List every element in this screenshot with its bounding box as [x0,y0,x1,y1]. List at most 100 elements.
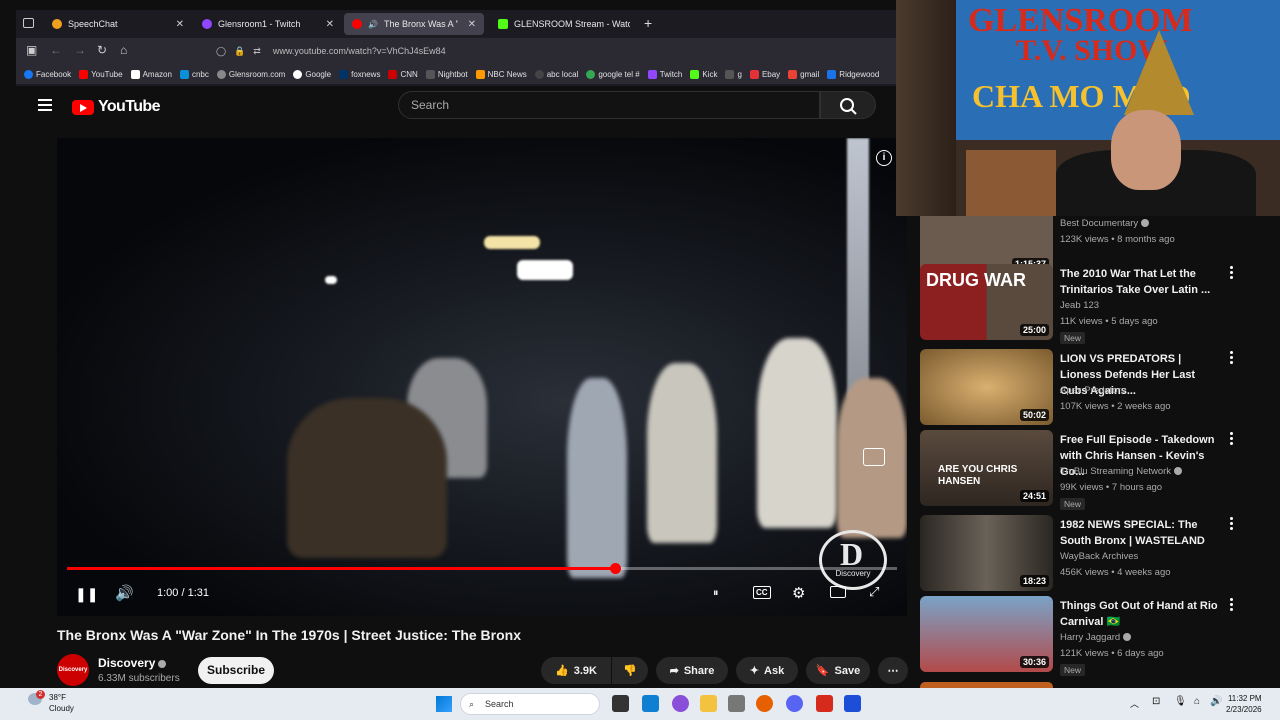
recommendation-item[interactable]: ARE YOU CHRIS HANSEN 24:51 Free Full Epi… [920,430,1270,510]
save-button[interactable]: 🔖 Save [806,657,870,684]
app-icon[interactable] [728,695,745,712]
settings-gear-icon[interactable]: ⚙ [792,584,805,602]
bookmark-kick[interactable]: Kick [690,69,717,79]
bookmark-twitch[interactable]: Twitch [647,69,682,79]
close-tab-icon[interactable]: ✕ [176,19,184,30]
file-explorer-icon[interactable] [700,695,717,712]
ask-button[interactable]: ✦ Ask [736,657,798,684]
bookmark-ebay[interactable]: Ebay [749,69,780,79]
more-actions-button[interactable]: ⋯ [878,657,908,684]
scrubber-handle[interactable] [609,563,621,574]
info-icon[interactable]: i [876,150,892,166]
channel-avatar[interactable]: Discovery [57,654,89,686]
url-bar[interactable]: ◯ 🔒 ⇄ www.youtube.com/watch?v=VhChJ4sEw8… [216,41,686,61]
audio-playing-icon[interactable]: 🔊 [368,20,378,29]
shield-icon[interactable]: ◯ [216,46,226,57]
recommendation-item[interactable]: DRUG WAR 25:00 The 2010 War That Let the… [920,264,1270,344]
back-icon[interactable]: ← [50,43,62,57]
firefox-icon[interactable] [756,695,773,712]
menu-icon[interactable] [38,99,52,111]
recommendation-item[interactable]: 18:23 1982 NEWS SPECIAL: The South Bronx… [920,515,1270,593]
dislike-button[interactable]: 👎 [612,657,648,684]
rec-channel[interactable]: Apex Predators [1060,385,1125,396]
url-text[interactable]: www.youtube.com/watch?v=VhChJ4sEw84 [273,46,446,56]
recommendation-item[interactable]: 50:02 LION VS PREDATORS | Lioness Defend… [920,349,1270,427]
bookmark-youtube[interactable]: YouTube [79,69,123,79]
tab-twitch[interactable]: Glensroom1 - Twitch ✕ [194,13,342,35]
search-input[interactable]: Search [398,91,820,119]
app-icon[interactable] [816,695,833,712]
bookmark-google[interactable]: Google [293,69,331,79]
bookmark-cnbc[interactable]: cnbc [179,69,209,79]
speaker-icon[interactable]: 🔊 [1210,696,1222,707]
network-icon[interactable]: ⌂ [1194,696,1200,707]
video-player[interactable]: i D Discovery ❚❚ 🔊 1:00 / 1:31 ⏸ CC ⚙ ⤢ [57,138,907,616]
bookmark-abc[interactable]: abc local [534,69,578,79]
bookmark-ridgewood[interactable]: Ridgewood [827,69,879,79]
video-thumbnail[interactable]: 30:36 [920,596,1053,672]
tray-icon[interactable]: ⊡ [1152,696,1160,707]
taskbar-search[interactable]: ⌕ Search [460,693,600,715]
more-vertical-icon[interactable] [1230,351,1234,365]
video-thumbnail[interactable]: 50:02 [920,349,1053,425]
discord-icon[interactable] [786,695,803,712]
bookmark-gmail[interactable]: gmail [788,69,819,79]
windows-start-icon[interactable] [436,696,452,712]
bookmark-cnn[interactable]: CNN [388,69,418,79]
channel-name[interactable]: Discovery [98,656,167,670]
rec-channel[interactable]: Jeab 123 [1060,300,1099,311]
bookmark-google-tel[interactable]: google tel # [586,69,640,79]
more-vertical-icon[interactable] [1230,432,1234,446]
bookmark-amazon[interactable]: Amazon [130,69,172,79]
autoplay-toggle-icon[interactable]: ⏸ [713,587,719,600]
more-vertical-icon[interactable] [1230,517,1234,531]
rec-title[interactable]: Things Got Out of Hand at Rio Carnival 🇧… [1060,598,1220,630]
app-icon[interactable] [844,695,861,712]
more-vertical-icon[interactable] [1230,598,1234,612]
close-tab-icon[interactable]: ✕ [326,19,334,30]
bookmark-g[interactable]: g [725,69,742,79]
captions-icon[interactable]: CC [753,586,771,599]
close-tab-icon[interactable]: ✕ [468,19,476,30]
lock-icon[interactable]: 🔒 [234,46,245,57]
task-view-icon[interactable] [612,695,629,712]
search-button[interactable] [820,91,876,119]
share-button[interactable]: ➦ Share [656,657,728,684]
chevron-up-icon[interactable]: ︿ [1130,697,1139,710]
youtube-logo[interactable]: YouTube [72,98,160,116]
bookmark-nightbot[interactable]: Nightbot [425,69,468,79]
theater-mode-icon[interactable] [830,586,846,598]
rec-channel[interactable]: WayBack Archives [1060,551,1138,562]
weather-widget[interactable]: 38°F Cloudy [49,692,74,714]
video-thumbnail[interactable]: 18:23 [920,515,1053,591]
miniplayer-icon[interactable] [863,448,885,466]
rec-channel[interactable]: Harry Jaggard [1060,632,1132,643]
rec-title[interactable]: The 2010 War That Let the Trinitarios Ta… [1060,266,1220,298]
rec-channel[interactable]: Best Documentary [1060,218,1150,229]
microphone-icon[interactable]: 🎙 [1174,696,1187,707]
recommendation-item[interactable]: 30:36 Things Got Out of Hand at Rio Carn… [920,596,1270,676]
sidebar-toggle-icon[interactable]: ▣ [26,43,37,57]
reload-icon[interactable]: ↻ [97,43,107,57]
bookmark-glensroom[interactable]: Glensroom.com [216,69,285,79]
subscribe-button[interactable]: Subscribe [198,657,274,684]
video-thumbnail[interactable]: DRUG WAR 25:00 [920,264,1053,340]
rec-title[interactable]: 1982 NEWS SPECIAL: The South Bronx | WAS… [1060,517,1220,549]
video-thumbnail[interactable]: ARE YOU CHRIS HANSEN 24:51 [920,430,1053,506]
tab-youtube-active[interactable]: 🔊 The Bronx Was A "War Zon ✕ [344,13,484,35]
pause-icon[interactable]: ❚❚ [75,586,98,603]
new-tab-button[interactable]: + [644,15,652,31]
system-clock[interactable]: 11:32 PM 2/23/2026 [1226,693,1262,715]
rec-channel[interactable]: TruBlu Streaming Network [1060,466,1183,477]
progress-bar[interactable] [67,563,897,574]
like-button[interactable]: 👍 3.9K [541,657,611,684]
more-vertical-icon[interactable] [1230,266,1234,280]
app-icon[interactable] [642,695,659,712]
app-icon[interactable] [672,695,689,712]
fullscreen-icon[interactable]: ⤢ [869,584,879,600]
tab-kick[interactable]: GLENSROOM Stream - Watch L [490,13,638,35]
bookmark-facebook[interactable]: Facebook [24,69,71,79]
home-icon[interactable]: ⌂ [120,43,127,57]
volume-icon[interactable]: 🔊 [115,584,134,602]
tab-speechchat[interactable]: SpeechChat ✕ [44,13,192,35]
